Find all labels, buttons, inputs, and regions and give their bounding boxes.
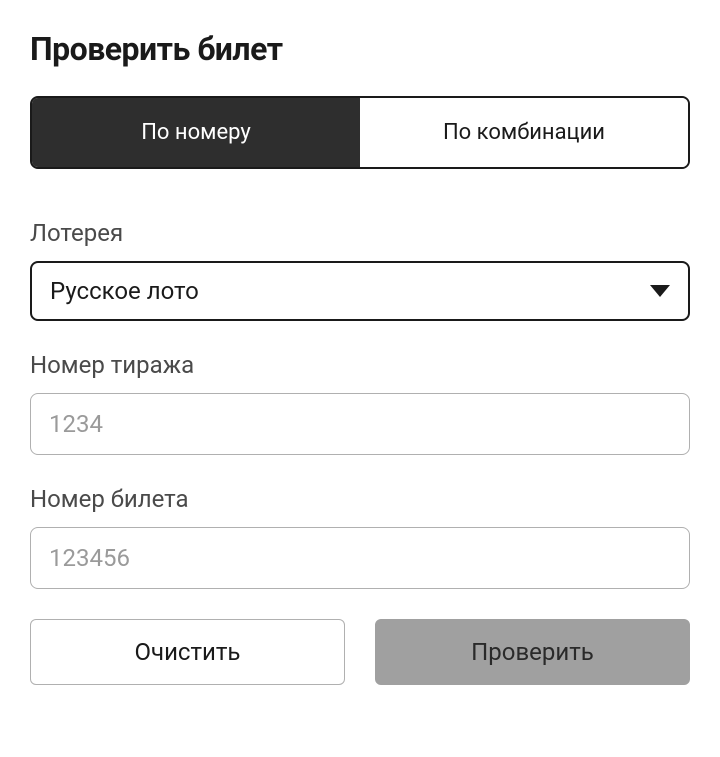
draw-number-label: Номер тиража [30,351,690,379]
tabs-container: По номеру По комбинации [30,96,690,169]
lottery-field-group: Лотерея Русское лото [30,219,690,321]
lottery-select[interactable]: Русское лото [30,261,690,321]
ticket-number-label: Номер билета [30,485,690,513]
ticket-number-field-group: Номер билета [30,485,690,589]
draw-number-input[interactable] [30,393,690,455]
check-button[interactable]: Проверить [375,619,690,685]
draw-number-field-group: Номер тиража [30,351,690,455]
lottery-selected-value: Русское лото [50,277,199,305]
tab-by-number[interactable]: По номеру [32,98,360,167]
buttons-row: Очистить Проверить [30,619,690,685]
ticket-number-input[interactable] [30,527,690,589]
tab-by-combination[interactable]: По комбинации [360,98,688,167]
chevron-down-icon [650,285,670,297]
page-title: Проверить билет [30,30,690,68]
clear-button[interactable]: Очистить [30,619,345,685]
lottery-label: Лотерея [30,219,690,247]
